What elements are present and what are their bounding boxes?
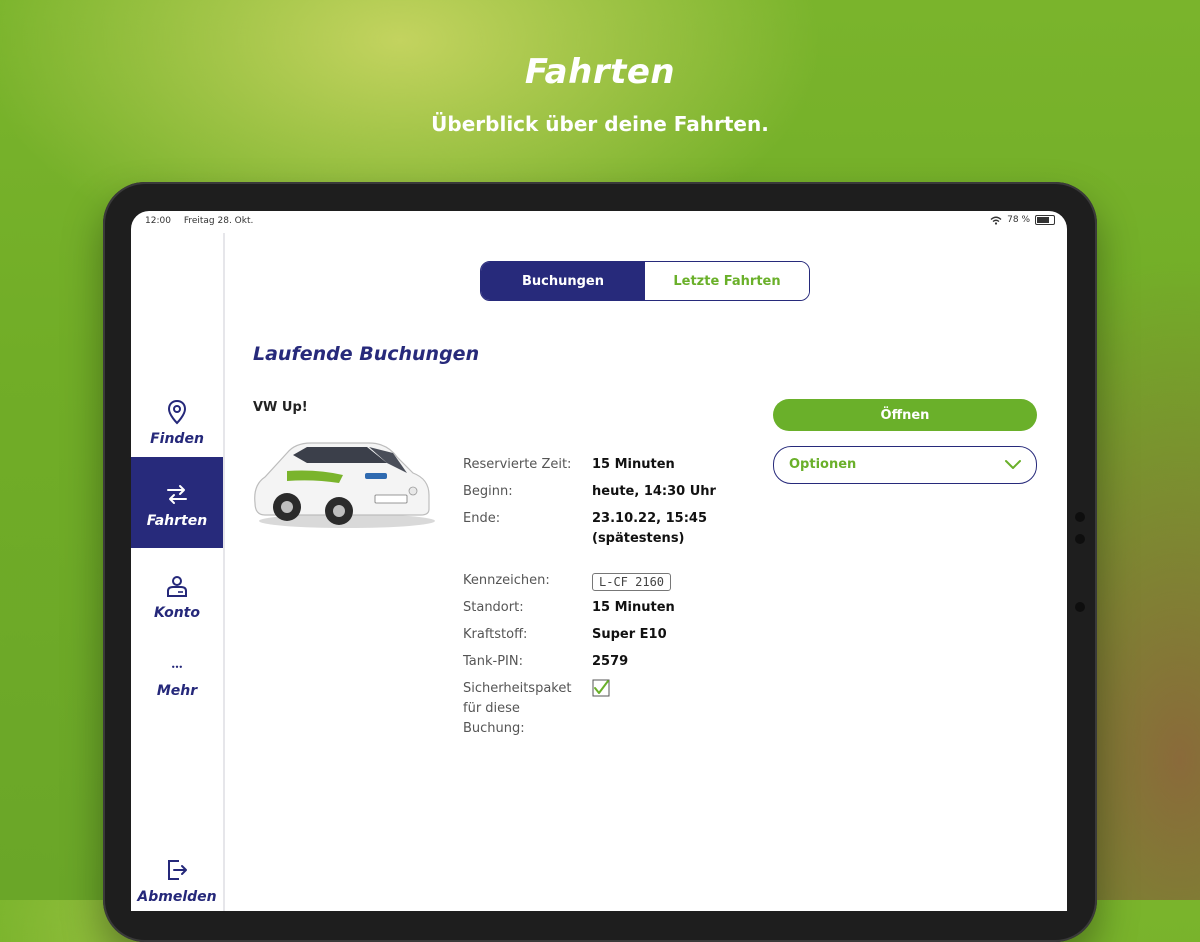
- app-screen: 12:00 Freitag 28. Okt. 78 % Finden Fahrt…: [131, 211, 1067, 911]
- more-dots-icon: [172, 665, 182, 668]
- sidebar-item-label: Konto: [154, 605, 200, 621]
- detail-value: 23.10.22, 15:45 (spätestens): [592, 511, 707, 546]
- promo-subtitle: Überblick über deine Fahrten.: [431, 112, 769, 136]
- sidebar-item-label: Abmelden: [137, 889, 217, 905]
- sidebar-item-label: Finden: [150, 431, 204, 447]
- license-plate: L-CF 2160: [592, 573, 672, 591]
- tab-buchungen[interactable]: Buchungen: [481, 262, 645, 300]
- detail-value: heute, 14:30 Uhr: [592, 484, 716, 499]
- detail-label: Tank-PIN:: [463, 654, 523, 669]
- swap-arrows-icon: [167, 485, 187, 504]
- segmented-control: Buchungen Letzte Fahrten: [480, 261, 810, 301]
- logout-icon: [168, 860, 187, 880]
- sidebar-item-label: Mehr: [156, 683, 198, 699]
- sidebar-nav: Finden Fahrten Konto Mehr Abmelden: [131, 233, 225, 911]
- status-date: Freitag 28. Okt.: [183, 216, 254, 226]
- promo-title: Fahrten: [524, 52, 676, 92]
- detail-label: Sicherheitspaket für diese Buchung:: [463, 681, 572, 736]
- detail-label: Beginn:: [463, 484, 513, 499]
- car-image: [254, 442, 435, 528]
- sensor-dot: [1075, 602, 1085, 612]
- user-card-icon: [167, 576, 187, 597]
- status-bar: 12:00 Freitag 28. Okt. 78 %: [131, 211, 1067, 233]
- wifi-icon: [990, 216, 1002, 225]
- section-title: Laufende Buchungen: [253, 343, 480, 365]
- sensor-dot: [1075, 534, 1085, 544]
- sidebar-item-label: Fahrten: [146, 513, 208, 529]
- detail-value: Super E10: [592, 627, 667, 642]
- options-dropdown[interactable]: Optionen: [773, 446, 1037, 484]
- camera-dot: [1075, 512, 1085, 522]
- detail-value: 15 Minuten: [592, 457, 675, 472]
- sidebar-item-abmelden[interactable]: Abmelden: [131, 845, 223, 911]
- sidebar-item-finden[interactable]: Finden: [131, 373, 223, 463]
- battery-icon: [1035, 215, 1055, 225]
- chevron-down-icon: [1005, 460, 1021, 469]
- detail-value: 2579: [592, 654, 629, 669]
- detail-label: Ende:: [463, 511, 501, 526]
- options-label: Optionen: [789, 457, 857, 472]
- main-content: Buchungen Letzte Fahrten Laufende Buchun…: [225, 233, 1067, 911]
- open-button[interactable]: Öffnen: [773, 399, 1037, 431]
- sidebar-item-fahrten[interactable]: Fahrten: [131, 457, 223, 548]
- detail-label: Standort:: [463, 600, 524, 615]
- detail-label: Kraftstoff:: [463, 627, 528, 642]
- tab-letzte-fahrten[interactable]: Letzte Fahrten: [645, 262, 809, 300]
- checkbox-checked-icon[interactable]: [592, 679, 610, 697]
- detail-value: 15 Minuten: [592, 600, 675, 615]
- status-time: 12:00: [145, 216, 171, 226]
- car-name: VW Up!: [253, 400, 308, 415]
- detail-label: Reservierte Zeit:: [463, 457, 572, 472]
- sidebar-item-konto[interactable]: Konto: [131, 569, 223, 643]
- sidebar-item-mehr[interactable]: Mehr: [131, 653, 223, 733]
- battery-percent: 78 %: [1007, 215, 1030, 225]
- detail-label: Kennzeichen:: [463, 573, 550, 588]
- location-pin-icon: [167, 399, 187, 425]
